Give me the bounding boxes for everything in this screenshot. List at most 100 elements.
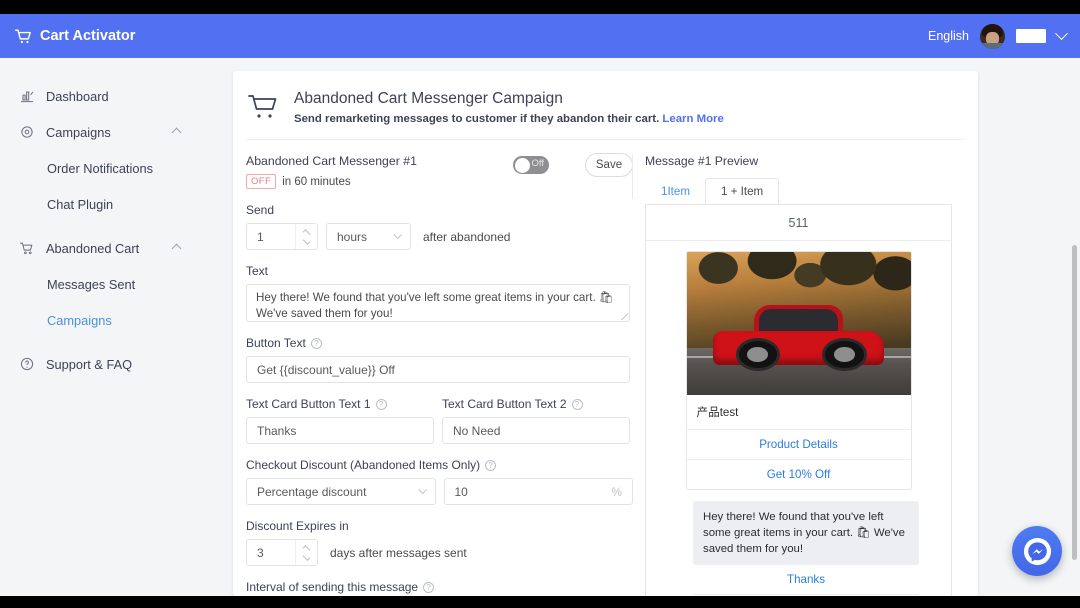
sidebar-item-campaigns[interactable]: Campaigns xyxy=(0,114,232,150)
help-icon[interactable]: ? xyxy=(375,398,387,410)
help-icon[interactable]: ? xyxy=(310,337,322,349)
page-scrollbar-thumb[interactable] xyxy=(1072,245,1077,560)
chevron-up-icon[interactable] xyxy=(302,228,311,237)
avatar-shirt xyxy=(981,42,1004,49)
brand-logo[interactable]: Cart Activator xyxy=(14,27,135,46)
card-button-2-input[interactable]: No Need xyxy=(442,417,630,444)
interval-label: Interval of sending this message ? xyxy=(246,580,633,594)
car-wheel-front xyxy=(735,338,780,371)
discount-expires-label: Discount Expires in xyxy=(246,519,349,533)
red-sports-car-photo xyxy=(686,252,911,395)
send-value-stepper[interactable]: 1 xyxy=(246,223,318,250)
preview-content: 产品test Product Details Get 10% Off Hey t… xyxy=(646,241,951,596)
car-rim xyxy=(833,347,856,362)
sidebar: Dashboard Campaigns Order Notifications … xyxy=(0,58,232,596)
chevron-down-icon[interactable] xyxy=(302,552,311,561)
top-bar: Cart Activator English xyxy=(0,14,1080,58)
sidebar-item-support-faq[interactable]: Support & FAQ xyxy=(0,346,232,382)
toggle-knob xyxy=(514,157,530,173)
sidebar-item-dashboard[interactable]: Dashboard xyxy=(0,78,232,114)
chevron-down-icon xyxy=(393,230,402,239)
question-circle-icon xyxy=(18,356,35,373)
card-button-1-label-text: Text Card Button Text 1 xyxy=(246,397,371,411)
sidebar-item-label: Support & FAQ xyxy=(46,356,133,372)
car-rim xyxy=(746,347,769,362)
preview-tabs: 1Item 1 + Item xyxy=(645,178,978,204)
chevron-down-icon[interactable] xyxy=(1055,26,1068,40)
button-text-input[interactable]: Get {{discount_value}} Off xyxy=(246,356,630,383)
checkout-discount-label: Checkout Discount (Abandoned Items Only)… xyxy=(246,458,633,472)
sidebar-item-abandoned-cart[interactable]: Abandoned Cart xyxy=(0,230,232,266)
expires-value: 3 xyxy=(257,545,264,560)
product-title: 产品test xyxy=(686,395,911,430)
expires-stepper[interactable]: 3 xyxy=(246,539,318,566)
sidebar-item-label: Campaigns xyxy=(46,124,111,140)
messenger-icon xyxy=(1023,537,1051,565)
preview-column: Message #1 Preview 1Item 1 + Item 511 产品… xyxy=(633,146,978,596)
page-title: Abandoned Cart Messenger Campaign xyxy=(294,90,563,107)
discount-type-value: Percentage discount xyxy=(257,484,367,499)
help-icon[interactable]: ? xyxy=(571,398,583,410)
header-divider xyxy=(247,139,964,140)
checkout-discount-label-text: Checkout Discount (Abandoned Items Only) xyxy=(246,458,481,472)
chat-message-row: Hey there! We found that you've left som… xyxy=(646,490,951,596)
product-discount-link[interactable]: Get 10% Off xyxy=(686,459,911,489)
card-header: Abandoned Cart Messenger Campaign Send r… xyxy=(233,71,978,125)
interval-label-text: Interval of sending this message xyxy=(246,580,419,594)
chevron-up-icon[interactable] xyxy=(171,127,182,137)
sidebar-item-label: Order Notifications xyxy=(47,160,153,176)
sidebar-item-messages-sent[interactable]: Messages Sent xyxy=(0,266,232,302)
card-header-text: Abandoned Cart Messenger Campaign Send r… xyxy=(294,90,724,125)
tab-one-plus-item[interactable]: 1 + Item xyxy=(705,178,780,204)
resize-grip-icon[interactable] xyxy=(621,313,628,320)
send-unit-select[interactable]: hours xyxy=(326,223,411,250)
language-selector[interactable]: English xyxy=(928,29,969,43)
card-button-2-label: Text Card Button Text 2 ? xyxy=(442,397,630,411)
account-name-redacted xyxy=(1016,29,1046,43)
settings-column: Abandoned Cart Messenger #1 OFF in 60 mi… xyxy=(233,146,633,596)
card-button-2-group: Text Card Button Text 2 ? No Need xyxy=(442,397,630,444)
product-details-link[interactable]: Product Details xyxy=(687,430,911,459)
button-text-label: Button Text ? xyxy=(246,336,633,350)
learn-more-link[interactable]: Learn More xyxy=(662,113,723,125)
sidebar-item-chat-plugin[interactable]: Chat Plugin xyxy=(0,186,232,222)
messenger-fab-button[interactable] xyxy=(1012,526,1062,576)
help-icon[interactable]: ? xyxy=(423,581,435,593)
sidebar-item-campaigns-abandoned[interactable]: Campaigns xyxy=(0,302,232,338)
campaign-enable-toggle[interactable]: Off xyxy=(513,156,549,174)
card-button-1-input[interactable]: Thanks xyxy=(246,417,434,444)
shopping-cart-outline-icon xyxy=(248,95,277,118)
sidebar-item-order-notifications[interactable]: Order Notifications xyxy=(0,150,232,186)
discount-amount-input[interactable]: 10 % xyxy=(443,478,633,505)
app-window: Cart Activator English Dashboard Campaig… xyxy=(0,0,1080,608)
main-card: Abandoned Cart Messenger Campaign Send r… xyxy=(233,71,978,596)
send-row: 1 hours after abandoned xyxy=(246,223,633,250)
sidebar-item-label: Dashboard xyxy=(46,88,109,104)
send-field-group: Send 1 hours after abandoned xyxy=(246,203,633,250)
discount-type-select[interactable]: Percentage discount xyxy=(246,478,436,505)
column-divider xyxy=(632,154,633,199)
chevron-up-icon[interactable] xyxy=(302,544,311,553)
stepper-arrows[interactable] xyxy=(295,540,317,565)
campaign-header-row: Abandoned Cart Messenger #1 OFF in 60 mi… xyxy=(246,153,633,189)
help-icon[interactable]: ? xyxy=(485,459,497,471)
toggle-label: Off xyxy=(531,158,545,169)
chevron-up-icon[interactable] xyxy=(171,243,182,253)
chat-reply-thanks[interactable]: Thanks xyxy=(693,565,919,595)
sidebar-item-label: Campaigns xyxy=(47,312,112,328)
tab-one-item[interactable]: 1Item xyxy=(645,178,706,204)
send-unit-value: hours xyxy=(337,229,368,244)
avatar[interactable] xyxy=(980,23,1005,49)
card-button-2-label-text: Text Card Button Text 2 xyxy=(442,397,567,411)
card-buttons-group: Text Card Button Text 1 ? Thanks Text Ca… xyxy=(246,397,633,444)
chevron-down-icon[interactable] xyxy=(302,236,311,245)
save-button[interactable]: Save xyxy=(585,153,633,177)
top-bar-right: English xyxy=(928,23,1068,49)
button-text-label-text: Button Text xyxy=(246,336,306,350)
subtitle-text: Send remarketing messages to customer if… xyxy=(294,113,660,125)
message-text-textarea[interactable]: Hey there! We found that you've left som… xyxy=(246,284,630,322)
card-button-2-value: No Need xyxy=(453,423,501,438)
text-label: Text xyxy=(246,264,269,278)
stepper-arrows[interactable] xyxy=(295,224,317,249)
